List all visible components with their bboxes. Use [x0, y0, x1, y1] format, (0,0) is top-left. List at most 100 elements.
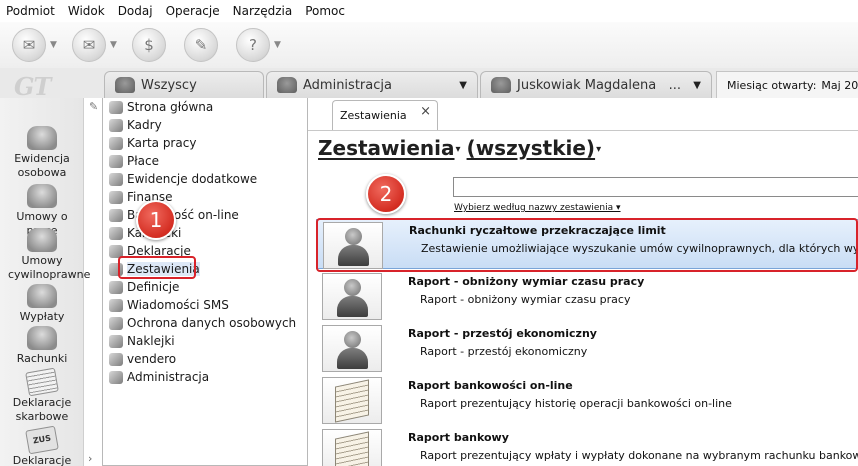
- search-input[interactable]: [453, 177, 858, 197]
- shield-icon: [109, 316, 123, 330]
- sidebar-item-ewidencja-osobowa[interactable]: Ewidencja osobowa: [0, 126, 84, 180]
- sidebar-item-deklaracje-skarbowe[interactable]: Deklaracje skarbowe: [0, 367, 84, 424]
- person-icon: [27, 126, 57, 150]
- home-icon: [109, 100, 123, 114]
- mail-dropdown-icon[interactable]: ▼: [110, 40, 120, 50]
- calendar-icon: [109, 136, 123, 150]
- open-month-value[interactable]: Maj 2022: [821, 79, 858, 92]
- documents-icon: [335, 430, 369, 466]
- report-title: Raport - przestój ekonomiczny: [408, 327, 597, 340]
- bank-icon: [109, 208, 123, 222]
- zus-icon: ZUS: [25, 425, 59, 455]
- tree-item-vendero[interactable]: vendero: [109, 350, 176, 368]
- tree-item-naklejki[interactable]: Naklejki: [109, 332, 175, 350]
- sidebar-item-label: Wypłaty: [19, 310, 65, 323]
- report-thumbnail: [322, 273, 382, 320]
- money-icon: [109, 154, 123, 168]
- envelope-icon: [27, 326, 57, 350]
- menu-item-narzedzia[interactable]: Narzędzia: [233, 4, 293, 18]
- notebook-icon: [109, 172, 123, 186]
- menu-item-widok[interactable]: Widok: [68, 4, 105, 18]
- report-description: Raport prezentujący wpłaty i wypłaty dok…: [420, 449, 858, 462]
- envelope-icon: [27, 284, 57, 308]
- tab-wszyscy[interactable]: Wszyscy: [104, 71, 264, 98]
- tree-item-wiadomosci-sms[interactable]: Wiadomości SMS: [109, 296, 229, 314]
- pin-icon[interactable]: ✎: [89, 100, 98, 113]
- coins-icon[interactable]: $: [132, 28, 166, 62]
- forward-dropdown-icon[interactable]: ▼: [50, 40, 60, 50]
- search-mode-dropdown[interactable]: Wybierz według nazwy zestawienia ▾: [454, 203, 621, 213]
- app-window: Podmiot Widok Dodaj Operacje Narzędzia P…: [0, 0, 858, 466]
- sidebar-item-wyplaty[interactable]: Wypłaty: [0, 284, 84, 324]
- report-description: Raport prezentujący historię operacji ba…: [420, 397, 732, 410]
- report-title: Raport bankowości on-line: [408, 379, 573, 392]
- toolbar: ✉ ▼ ✉ ▼ $ ✎ ? ▼: [0, 22, 858, 68]
- person-icon: [332, 277, 372, 317]
- tab-label: Zestawienia: [340, 109, 407, 122]
- contract-icon: [27, 228, 57, 252]
- sidebar-item-rachunki[interactable]: Rachunki: [0, 326, 84, 366]
- list-item[interactable]: Raport bankowości on-line Raport prezent…: [316, 375, 858, 425]
- sidebar-item-label: Ewidencja osobowa: [14, 152, 70, 179]
- tree-item-kadry[interactable]: Kadry: [109, 116, 162, 134]
- tree-item-ochrona-danych[interactable]: Ochrona danych osobowych: [109, 314, 296, 332]
- close-icon[interactable]: ×: [420, 104, 431, 119]
- report-description: Raport - obniżony wymiar czasu pracy: [420, 293, 631, 306]
- tab-dropdown-icon[interactable]: ▼: [693, 80, 701, 91]
- report-thumbnail: [322, 325, 382, 372]
- list-item[interactable]: Raport bankowy Raport prezentujący wpłat…: [316, 427, 858, 466]
- person-icon: [332, 329, 372, 369]
- navigation-tree: Strona główna Kadry Karta pracy Płace Ew…: [102, 98, 308, 466]
- folder-icon: [109, 226, 123, 240]
- group-icon: [115, 77, 135, 93]
- tab-employee[interactable]: Juskowiak Magdalena ... ▼: [480, 71, 712, 98]
- forward-icon[interactable]: ✉: [12, 28, 46, 62]
- tab-more[interactable]: ...: [669, 78, 681, 93]
- menu-item-pomoc[interactable]: Pomoc: [305, 4, 345, 18]
- tree-item-definicje[interactable]: Definicje: [109, 278, 179, 296]
- menu-item-operacje[interactable]: Operacje: [166, 4, 220, 18]
- finance-icon: [109, 190, 123, 204]
- tab-dropdown-icon[interactable]: ▼: [459, 80, 467, 91]
- tree-item-strona-glowna[interactable]: Strona główna: [109, 98, 213, 116]
- person-icon: [27, 184, 57, 208]
- sidebar-item-label: Rachunki: [16, 352, 68, 365]
- tab-label: Administracja: [303, 77, 392, 93]
- tab-strip: GT Wszyscy Administracja ▼ Juskowiak Mag…: [0, 68, 858, 101]
- report-description: Raport - przestój ekonomiczny: [420, 345, 588, 358]
- chevron-right-icon[interactable]: ›: [88, 452, 92, 465]
- category-dropdown[interactable]: Zestawienia: [318, 136, 455, 160]
- chevron-down-icon[interactable]: ▾: [456, 144, 461, 155]
- list-item[interactable]: Raport - obniżony wymiar czasu pracy Rap…: [316, 271, 858, 321]
- sidebar-item-label: Umowy cywilnoprawne: [8, 254, 91, 281]
- help-icon[interactable]: ?: [236, 28, 270, 62]
- tree-item-administracja[interactable]: Administracja: [109, 368, 209, 386]
- page-title: Zestawienia▾ (wszystkie)▾: [318, 136, 607, 160]
- document-icon: [25, 367, 59, 397]
- mail-icon[interactable]: ✉: [72, 28, 106, 62]
- tab-administracja[interactable]: Administracja ▼: [266, 71, 478, 98]
- definitions-icon: [109, 280, 123, 294]
- app-logo: GT: [14, 72, 51, 101]
- annotation-badge-2: 2: [366, 174, 406, 214]
- tools-icon[interactable]: ✎: [184, 28, 218, 62]
- filter-dropdown[interactable]: (wszystkie): [467, 136, 596, 160]
- report-thumbnail: [322, 377, 382, 424]
- sidebar-item-deklaracje-zus[interactable]: ZUS Deklaracje ZUS: [0, 425, 84, 466]
- tab-zestawienia[interactable]: Zestawienia ×: [332, 100, 438, 130]
- tab-label: Wszyscy: [141, 77, 197, 93]
- tree-item-place[interactable]: Płace: [109, 152, 159, 170]
- list-item[interactable]: Raport - przestój ekonomiczny Raport - p…: [316, 323, 858, 373]
- tree-item-ewidencje-dodatkowe[interactable]: Ewidencje dodatkowe: [109, 170, 257, 188]
- menu-item-podmiot[interactable]: Podmiot: [6, 4, 55, 18]
- annotation-highlight-report: [316, 218, 858, 272]
- documents-icon: [335, 378, 369, 423]
- annotation-badge-1: 1: [136, 200, 176, 240]
- help-dropdown-icon[interactable]: ▼: [274, 40, 284, 50]
- tree-item-karta-pracy[interactable]: Karta pracy: [109, 134, 196, 152]
- sidebar-item-umowy-cywilnoprawne[interactable]: Umowy cywilnoprawne: [0, 228, 91, 282]
- tab-label: Juskowiak Magdalena: [517, 77, 657, 93]
- annotation-highlight-zestawienia: [118, 256, 196, 279]
- menu-item-dodaj[interactable]: Dodaj: [118, 4, 153, 18]
- chevron-down-icon[interactable]: ▾: [596, 144, 601, 155]
